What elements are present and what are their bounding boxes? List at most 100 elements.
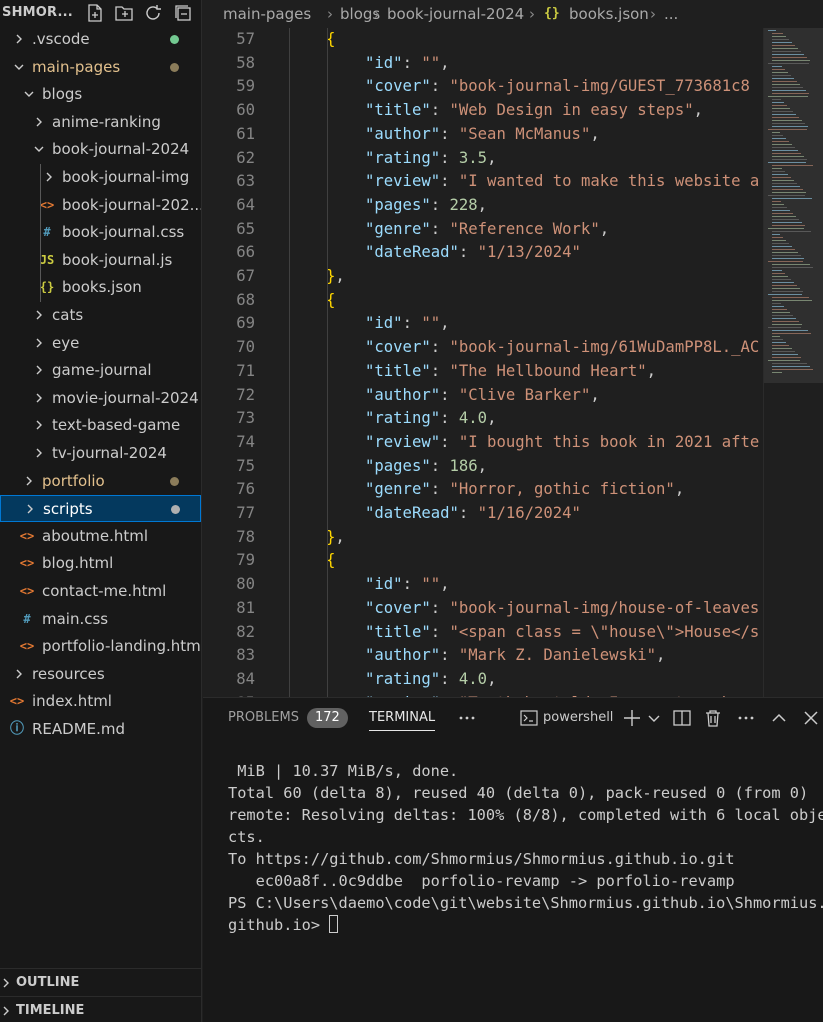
- minimap-line: [772, 153, 801, 154]
- trash-icon[interactable]: [702, 707, 724, 729]
- tree-folder-resources[interactable]: resources: [0, 661, 201, 688]
- tree-folder-cats[interactable]: cats: [0, 302, 201, 329]
- breadcrumb-book-journal-2024[interactable]: book-journal-2024: [387, 0, 524, 28]
- tree-file-main-css[interactable]: # main.css: [0, 606, 201, 633]
- more-actions-icon[interactable]: [456, 707, 478, 729]
- timeline-section[interactable]: TIMELINE: [0, 996, 201, 1022]
- tree-file-blog-html[interactable]: <> blog.html: [0, 550, 201, 577]
- html-file-icon: <>: [19, 528, 35, 543]
- tree-item-label: blogs: [42, 85, 83, 104]
- line-number: 82: [236, 622, 255, 641]
- tree-file-readme[interactable]: ⓘ README.md: [0, 716, 201, 743]
- breadcrumb-separator: ›: [529, 5, 535, 23]
- code-token: "title": [365, 361, 431, 380]
- tree-file-aboutme-html[interactable]: <> aboutme.html: [0, 523, 201, 550]
- minimap-line: [772, 36, 786, 37]
- tree-folder-movie-journal-2024[interactable]: movie-journal-2024: [0, 385, 201, 412]
- minimap-line: [772, 126, 808, 127]
- minimap-line: [768, 162, 806, 163]
- tree-item-label: .vscode: [32, 30, 90, 48]
- minimap-line: [772, 216, 796, 217]
- breadcrumb-separator: ›: [374, 5, 380, 23]
- tree-folder-game-journal[interactable]: game-journal: [0, 357, 201, 384]
- terminal-output[interactable]: MiB | 10.37 MiB/s, done. Total 60 (delta …: [228, 760, 823, 936]
- tree-folder-vscode[interactable]: .vscode: [0, 26, 201, 53]
- tree-item-label: portfolio-landing.html: [42, 637, 202, 656]
- code-token: "rating": [365, 148, 441, 167]
- tree-folder-text-based-game[interactable]: text-based-game: [0, 412, 201, 439]
- maximize-panel-icon[interactable]: [768, 707, 790, 729]
- new-file-icon[interactable]: [84, 2, 106, 24]
- chevron-down-icon[interactable]: [643, 707, 665, 729]
- tree-folder-tv-journal-2024[interactable]: tv-journal-2024: [0, 440, 201, 467]
- code-text: "pages": 186,: [365, 454, 487, 478]
- code-token: ,: [656, 646, 666, 665]
- terminal-text: remote: Resolving deltas: 100% (8/8), co…: [228, 806, 823, 824]
- minimap-line: [772, 156, 804, 157]
- tree-folder-portfolio[interactable]: portfolio: [0, 468, 201, 495]
- code-token: ,: [487, 409, 497, 428]
- git-status-dot: [170, 476, 179, 486]
- minimap-line: [772, 177, 791, 178]
- line-number: 73: [236, 409, 255, 428]
- minimap-line: [772, 132, 780, 133]
- line-number: 76: [236, 480, 255, 499]
- minimap-line: [772, 159, 807, 160]
- terminal-shell-label[interactable]: powershell: [543, 698, 613, 738]
- tree-file-portfolio-landing-html[interactable]: <> portfolio-landing.html: [0, 633, 201, 660]
- code-text: "id": "",: [365, 572, 450, 596]
- minimap[interactable]: [763, 28, 823, 697]
- add-terminal-icon[interactable]: [621, 707, 643, 729]
- tab-terminal[interactable]: TERMINAL: [369, 698, 436, 731]
- line-number: 62: [236, 148, 255, 167]
- line-number: 84: [236, 669, 255, 688]
- minimap-line: [772, 285, 797, 286]
- code-token: :: [402, 53, 422, 72]
- code-text: "genre": "Reference Work",: [365, 217, 609, 241]
- tree-folder-eye[interactable]: eye: [0, 330, 201, 357]
- chevron-right-icon: [12, 26, 26, 53]
- minimap-line: [772, 192, 806, 193]
- new-folder-icon[interactable]: [113, 2, 135, 24]
- editor-area[interactable]: main-pages › blogs › book-journal-2024 ›…: [203, 0, 823, 697]
- tree-file-books-json[interactable]: {} books.json: [0, 274, 201, 301]
- tree-file-contact-me-html[interactable]: <> contact-me.html: [0, 578, 201, 605]
- outline-section[interactable]: OUTLINE: [0, 968, 201, 996]
- minimap-line: [772, 84, 800, 85]
- breadcrumb-symbol[interactable]: ...: [664, 0, 678, 28]
- tree-folder-blogs[interactable]: blogs: [0, 81, 201, 108]
- breadcrumb-main-pages[interactable]: main-pages: [223, 0, 311, 28]
- chevron-right-icon: [3, 1006, 9, 1016]
- workspace-title[interactable]: SHMOR...: [2, 5, 73, 20]
- code-token: ,: [487, 148, 497, 167]
- minimap-line: [772, 186, 800, 187]
- tree-folder-main-pages[interactable]: main-pages: [0, 54, 201, 81]
- code-text: "review": "I wanted to make this website…: [365, 169, 759, 193]
- code-token: "book-journal-img/61WuDamPP8L._AC: [449, 338, 760, 357]
- explorer-header: SHMOR...: [0, 0, 201, 26]
- terminal-icon: [518, 707, 540, 729]
- tree-folder-book-journal-img[interactable]: book-journal-img: [0, 164, 201, 191]
- split-terminal-icon[interactable]: [671, 707, 693, 729]
- more-actions-icon[interactable]: [735, 707, 757, 729]
- close-panel-icon[interactable]: [800, 707, 822, 729]
- tree-file-book-journal-html[interactable]: <> book-journal-202...: [0, 192, 201, 219]
- tree-folder-anime-ranking[interactable]: anime-ranking: [0, 109, 201, 136]
- chevron-right-icon: [23, 496, 37, 523]
- breadcrumb-books-json[interactable]: books.json: [569, 0, 649, 28]
- tree-folder-scripts[interactable]: scripts: [0, 495, 201, 523]
- collapse-all-icon[interactable]: [172, 2, 194, 24]
- tree-item-label: contact-me.html: [42, 582, 167, 600]
- minimap-line: [772, 306, 784, 307]
- code-view[interactable]: 57{58 "id": "", 59 "cover": "book-journal-i…: [203, 28, 763, 697]
- tree-folder-book-journal-2024[interactable]: book-journal-2024: [0, 136, 201, 163]
- tree-file-index-html[interactable]: <> index.html: [0, 688, 201, 715]
- tab-problems[interactable]: PROBLEMS: [228, 698, 299, 738]
- code-token: "1/16/2024": [477, 504, 581, 522]
- refresh-icon[interactable]: [142, 2, 164, 24]
- code-token: "1/13/2024": [477, 243, 581, 262]
- code-token: "review": [365, 172, 441, 191]
- code-token: "rating": [365, 669, 441, 688]
- tree-file-book-journal-css[interactable]: # book-journal.css: [0, 219, 201, 246]
- tree-file-book-journal-js[interactable]: JS book-journal.js: [0, 247, 201, 274]
